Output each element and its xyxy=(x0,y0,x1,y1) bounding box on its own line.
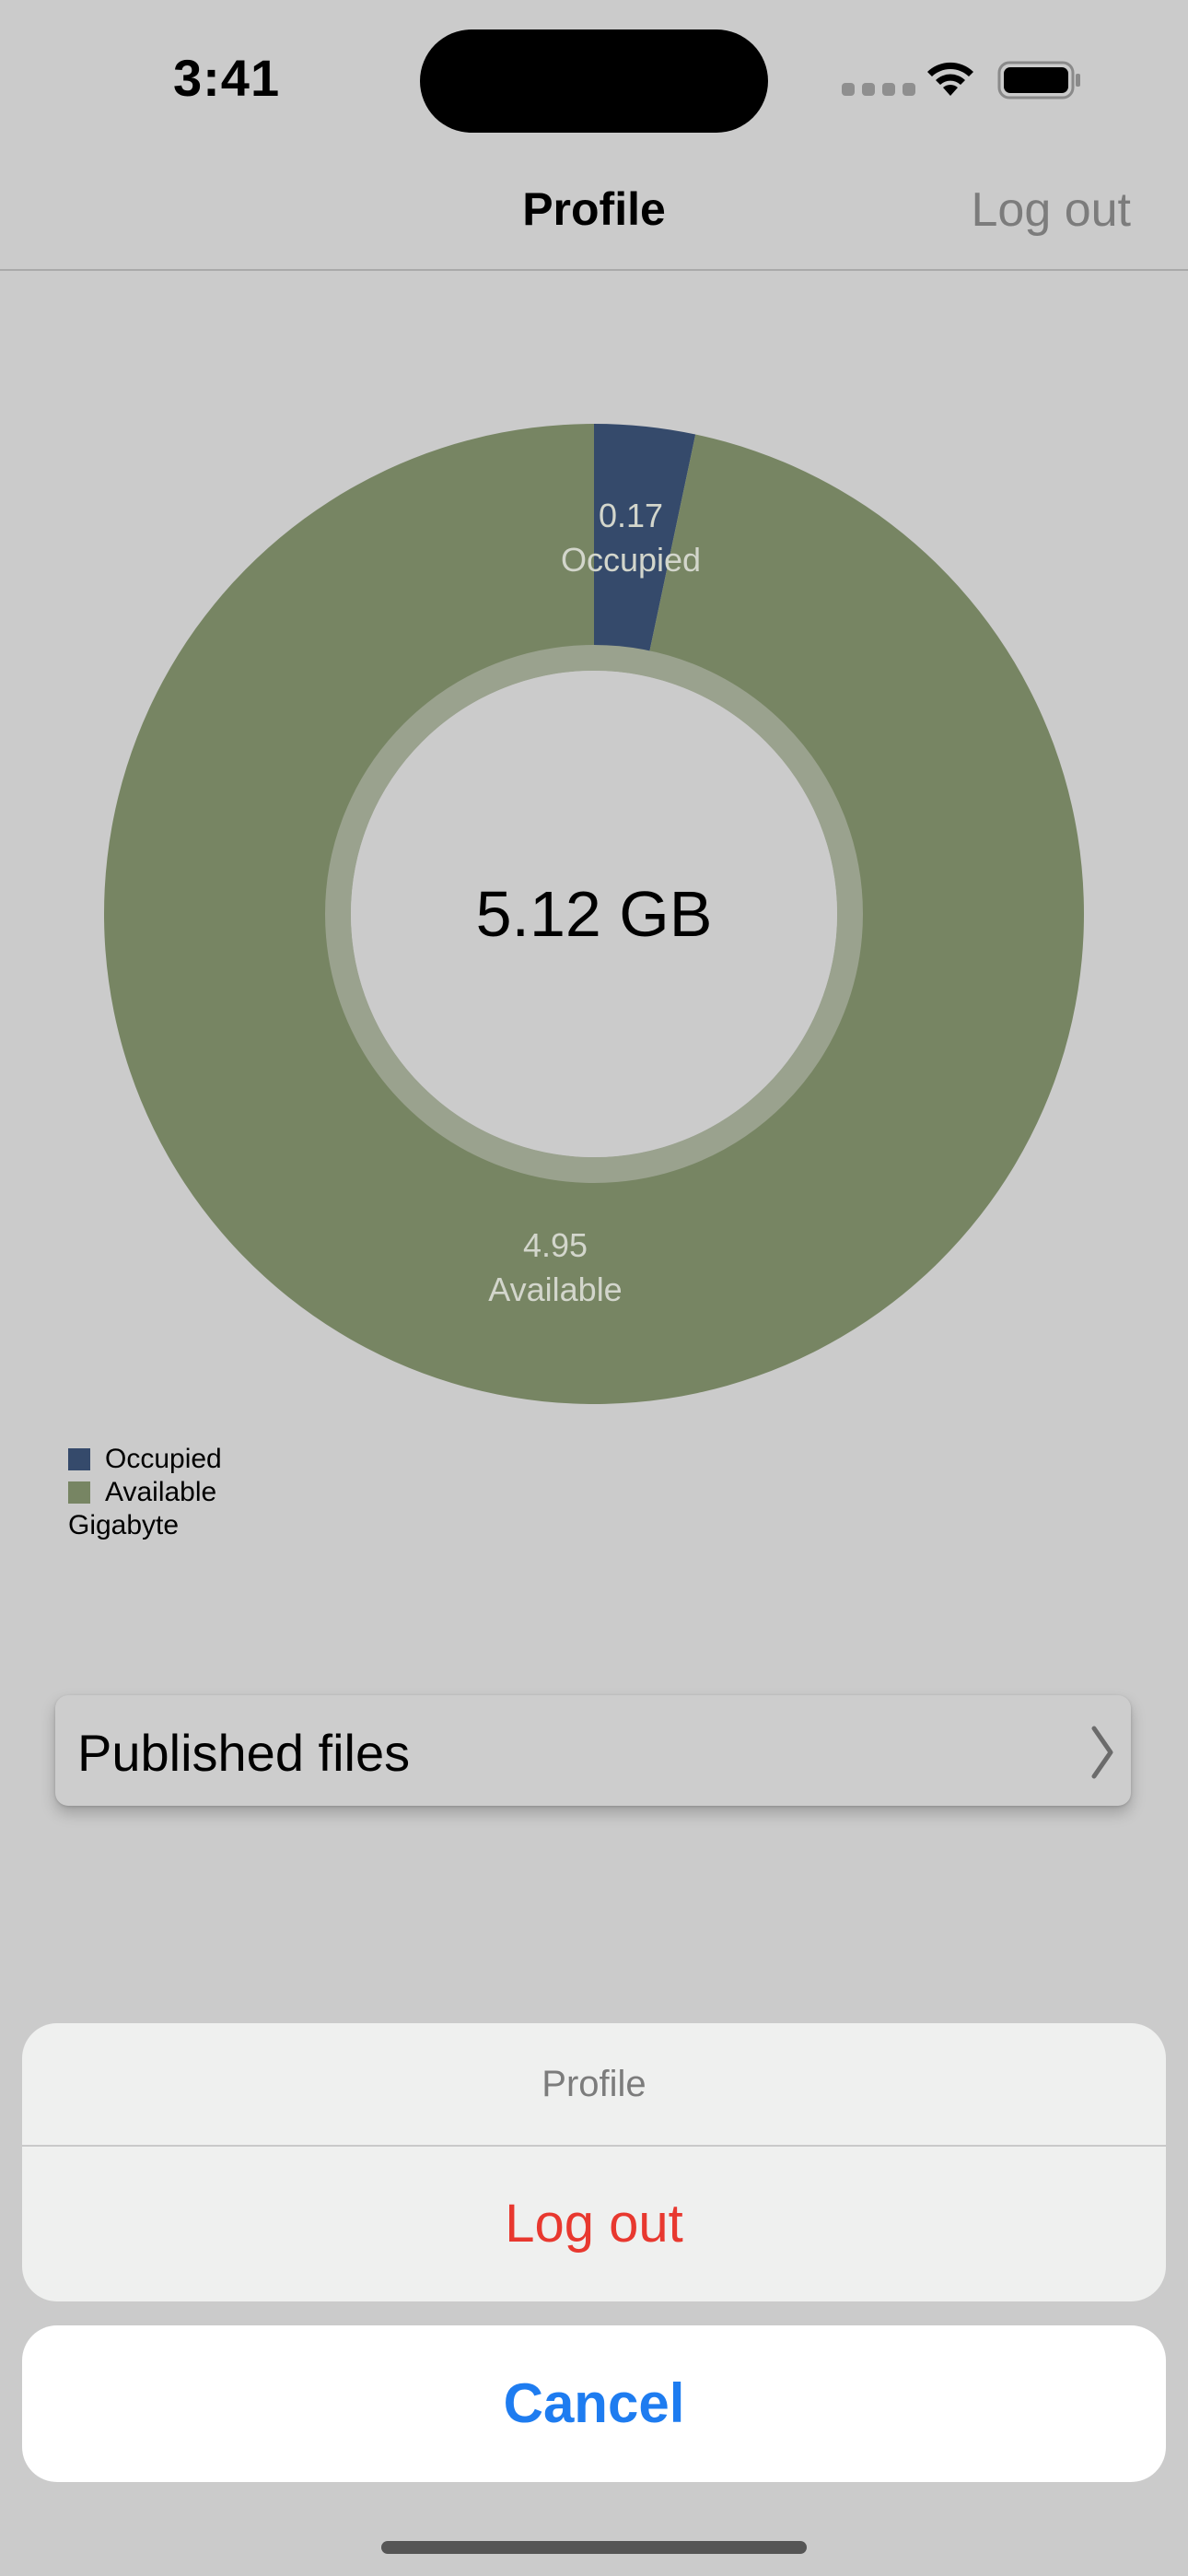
legend-swatch-occupied xyxy=(68,1448,90,1470)
dynamic-island xyxy=(420,29,768,133)
legend-label-available: Available xyxy=(105,1477,217,1507)
legend-item-occupied: Occupied xyxy=(68,1443,222,1476)
logout-button[interactable]: Log out xyxy=(972,182,1132,238)
status-bar: 3:41 xyxy=(0,0,1188,157)
action-sheet-title: Profile xyxy=(542,2064,646,2104)
published-files-label: Published files xyxy=(77,1724,411,1782)
legend-unit-label: Gigabyte xyxy=(68,1510,180,1540)
chevron-right-icon xyxy=(1091,1726,1113,1779)
battery-icon xyxy=(997,61,1080,100)
slice-name-label-available: Available xyxy=(488,1270,622,1308)
legend-item-available: Available xyxy=(68,1476,222,1509)
action-sheet: Profile Log out xyxy=(22,2023,1166,2301)
storage-chart: 5.12 GB 0.17 Occupied 4.95 Available xyxy=(0,269,1188,1448)
storage-donut-chart: 5.12 GB 0.17 Occupied 4.95 Available xyxy=(104,424,1084,1404)
slice-value-label-available: 4.95 xyxy=(523,1226,588,1264)
published-files-row[interactable]: Published files xyxy=(55,1695,1131,1806)
legend-swatch-available xyxy=(68,1481,90,1504)
donut-center-label: 5.12 GB xyxy=(476,878,713,950)
home-indicator xyxy=(381,2541,807,2554)
slice-value-label-occupied: 0.17 xyxy=(599,497,663,534)
action-sheet-cancel-button[interactable]: Cancel xyxy=(22,2325,1166,2482)
action-sheet-logout-button[interactable]: Log out xyxy=(22,2147,1166,2301)
wifi-icon xyxy=(927,62,973,96)
legend-label-occupied: Occupied xyxy=(105,1444,222,1474)
navigation-bar: Profile Log out xyxy=(0,157,1188,271)
slice-name-label-occupied: Occupied xyxy=(561,541,701,579)
status-time: 3:41 xyxy=(173,49,281,107)
cellular-signal-icon xyxy=(842,83,917,96)
chart-legend: Occupied Available Gigabyte xyxy=(68,1443,222,1542)
